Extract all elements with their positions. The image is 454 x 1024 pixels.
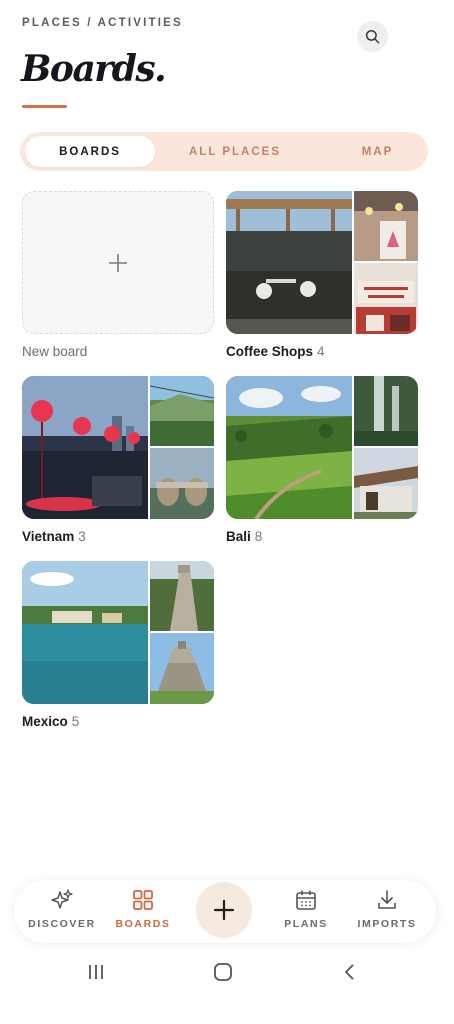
system-nav-bar — [0, 948, 454, 998]
board-label: Coffee Shops 4 — [226, 344, 418, 359]
board-name: Vietnam — [22, 529, 75, 544]
board-photo-main — [22, 376, 148, 519]
breadcrumb: PLACES / ACTIVITIES — [22, 17, 183, 29]
board-photo-bottom — [150, 448, 214, 519]
plus-icon — [213, 899, 235, 921]
board-count: 8 — [254, 529, 263, 544]
board-card-coffee-shops[interactable]: Coffee Shops 4 — [226, 191, 418, 359]
plus-icon — [109, 253, 127, 272]
board-name: Bali — [226, 529, 251, 544]
new-board-label: New board — [22, 344, 88, 359]
nav-boards[interactable]: BOARDS — [98, 888, 188, 930]
board-photo-top — [354, 191, 418, 261]
recent-apps-icon[interactable] — [86, 962, 106, 982]
new-board-tile[interactable] — [22, 191, 214, 334]
board-count: 4 — [317, 344, 325, 359]
nav-imports-label: IMPORTS — [357, 918, 417, 930]
board-photo-bottom — [354, 263, 418, 334]
board-label: Bali 8 — [226, 529, 418, 544]
calendar-icon — [296, 890, 316, 910]
board-photo-bottom — [150, 633, 214, 704]
download-icon — [378, 890, 396, 909]
home-icon[interactable] — [213, 962, 233, 982]
board-card-mexico[interactable]: Mexico 5 — [22, 561, 214, 729]
tab-boards[interactable]: BOARDS — [25, 136, 155, 167]
board-photo-bottom — [354, 448, 418, 519]
board-photo-top — [150, 561, 214, 631]
board-card-vietnam[interactable]: Vietnam 3 — [22, 376, 214, 544]
nav-imports[interactable]: IMPORTS — [342, 888, 432, 930]
nav-discover[interactable]: DISCOVER — [17, 888, 107, 930]
tab-all-places[interactable]: ALL PLACES — [170, 136, 300, 167]
search-icon — [365, 29, 380, 44]
sparkles-icon — [51, 889, 73, 909]
board-count: 5 — [71, 714, 80, 729]
board-card-bali[interactable]: Bali 8 — [226, 376, 418, 544]
board-photo-main — [22, 561, 148, 704]
grid-icon — [133, 890, 153, 910]
nav-plans-label: PLANS — [284, 918, 328, 930]
page-title: Boards. — [21, 48, 167, 90]
board-count: 3 — [78, 529, 86, 544]
tab-map[interactable]: MAP — [310, 136, 445, 167]
board-photo-grid[interactable] — [226, 191, 418, 334]
search-button[interactable] — [357, 21, 388, 52]
board-label: Mexico 5 — [22, 714, 214, 729]
board-label: Vietnam 3 — [22, 529, 214, 544]
view-tabs: BOARDS ALL PLACES MAP — [20, 132, 428, 171]
nav-plans[interactable]: PLANS — [261, 888, 351, 930]
bottom-nav: DISCOVER BOARDS PLANS IMPORTS — [14, 880, 436, 943]
nav-discover-label: DISCOVER — [28, 918, 96, 930]
board-photo-grid[interactable] — [226, 376, 418, 519]
board-photo-main — [226, 191, 352, 334]
title-underline — [22, 105, 67, 108]
new-board-card[interactable]: New board — [22, 191, 214, 359]
board-name: Mexico — [22, 714, 68, 729]
board-name: Coffee Shops — [226, 344, 314, 359]
nav-boards-label: BOARDS — [115, 918, 171, 930]
board-photo-main — [226, 376, 352, 519]
board-photo-grid[interactable] — [22, 376, 214, 519]
board-photo-grid[interactable] — [22, 561, 214, 704]
board-photo-top — [150, 376, 214, 446]
back-icon[interactable] — [340, 962, 360, 982]
board-photo-top — [354, 376, 418, 446]
add-button[interactable] — [196, 882, 252, 938]
